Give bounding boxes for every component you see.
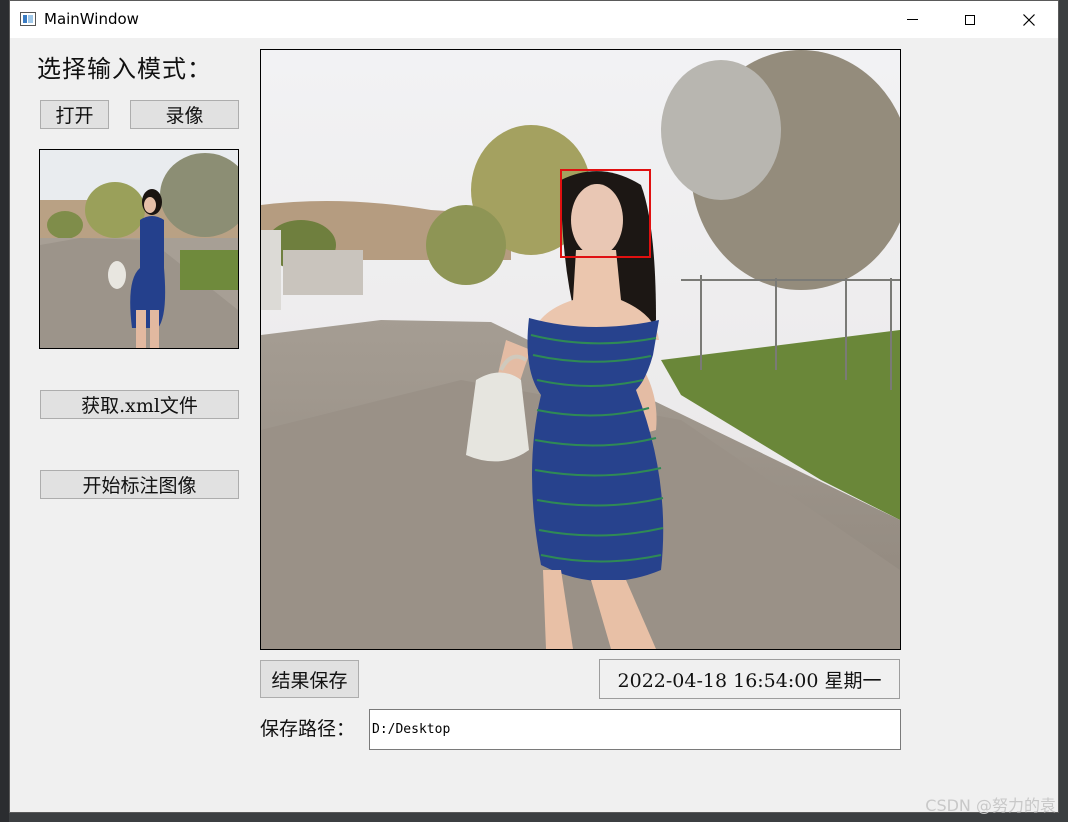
start-annotation-button[interactable]: 开始标注图像	[40, 470, 239, 499]
record-button[interactable]: 录像	[130, 100, 239, 129]
open-button[interactable]: 打开	[40, 100, 109, 129]
app-window-icon	[20, 12, 36, 26]
get-xml-file-button[interactable]: 获取.xml文件	[40, 390, 239, 419]
minimize-button[interactable]	[883, 1, 941, 38]
close-button[interactable]	[1000, 1, 1058, 38]
watermark-text: CSDN @努力的袁	[925, 796, 1056, 815]
window-title: MainWindow	[44, 10, 139, 28]
thumbnail-preview	[39, 149, 239, 349]
main-window: MainWindow 选择输入模式： 打开 录像 获取.xml文件 开始标注图像…	[9, 0, 1059, 813]
desktop-background	[0, 0, 9, 822]
save-path-input[interactable]	[369, 709, 901, 750]
datetime-display: 2022-04-18 16:54:00 星期一	[599, 659, 900, 699]
save-results-button[interactable]: 结果保存	[260, 660, 359, 698]
minimize-icon	[906, 19, 918, 20]
main-image-display	[260, 49, 901, 650]
main-image	[261, 50, 900, 649]
maximize-icon	[965, 14, 975, 25]
input-mode-label: 选择输入模式：	[37, 55, 212, 83]
title-bar: MainWindow	[10, 1, 1058, 38]
maximize-button[interactable]	[941, 1, 999, 38]
save-path-label: 保存路径：	[260, 718, 356, 740]
close-icon	[1023, 13, 1035, 26]
thumbnail-image	[40, 150, 238, 348]
